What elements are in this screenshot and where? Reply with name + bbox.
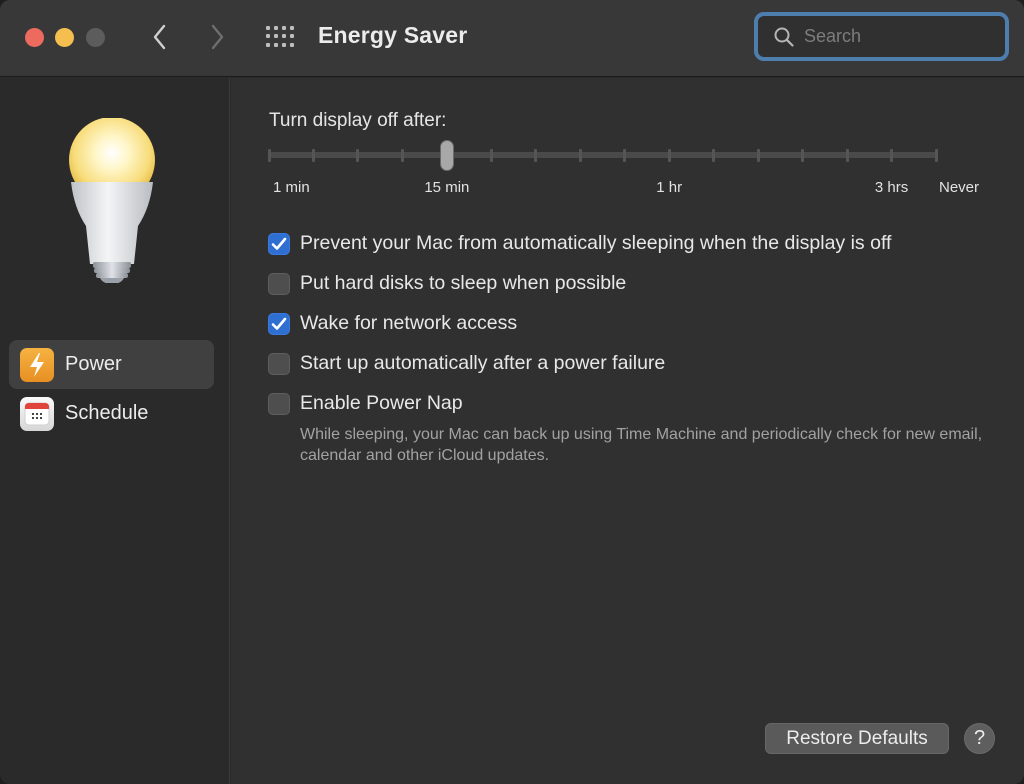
power-nap-description: While sleeping, your Mac can back up usi…	[300, 426, 983, 464]
slider-thumb[interactable]	[439, 140, 454, 171]
sidebar-item-schedule[interactable]: Schedule	[9, 389, 214, 438]
slider-tick	[801, 149, 805, 162]
option-label: Wake for network access	[300, 312, 518, 334]
slider-tick	[311, 149, 315, 162]
option-checkbox[interactable]	[268, 232, 290, 255]
slider-tick	[756, 149, 760, 162]
show-all-button[interactable]	[266, 26, 296, 48]
title-bar: Energy Saver	[0, 0, 1024, 77]
lightning-bolt-icon	[20, 347, 54, 382]
slider-tick-label: 3 hrs	[874, 179, 909, 196]
option-label: Start up automatically after a power fai…	[300, 352, 666, 374]
slider-tick	[890, 149, 894, 162]
chevron-left-icon	[153, 24, 166, 50]
display-off-slider-label: Turn display off after:	[269, 110, 447, 131]
slider-tick	[578, 149, 582, 162]
slider-tick	[712, 149, 716, 162]
slider-tick	[845, 149, 849, 162]
slider-tick-label: 1 min	[273, 179, 310, 196]
option-row[interactable]: Prevent your Mac from automatically slee…	[268, 232, 891, 255]
energy-saver-window: Energy Saver Search Power Schedule Turn …	[0, 0, 1024, 784]
slider-tick-label: Never	[939, 179, 980, 196]
sidebar: Power Schedule	[0, 78, 230, 784]
search-field[interactable]	[754, 12, 1009, 61]
slider-tick	[534, 149, 538, 162]
calendar-icon	[20, 396, 54, 431]
lightbulb-icon	[69, 118, 155, 283]
sidebar-item-label: Schedule	[65, 402, 149, 424]
help-icon: ?	[973, 727, 986, 749]
slider-tick	[623, 149, 627, 162]
slider-tick	[400, 149, 404, 162]
main-pane: Turn display off after: 1 min 15 min 1 hr 3…	[231, 78, 1024, 784]
option-row[interactable]: Start up automatically after a power fai…	[268, 352, 665, 375]
forward-button[interactable]	[205, 22, 229, 52]
minimize-window-button[interactable]	[55, 28, 74, 47]
grid-icon	[266, 26, 270, 30]
restore-defaults-button[interactable]: Restore Defaults	[765, 723, 949, 754]
option-row[interactable]: Enable Power Nap	[268, 392, 463, 415]
window-title: Energy Saver	[318, 22, 468, 48]
back-button[interactable]	[148, 22, 172, 52]
search-input[interactable]	[804, 26, 984, 47]
sidebar-item-label: Power	[65, 353, 122, 375]
help-button[interactable]: ?	[964, 723, 995, 754]
option-row[interactable]: Wake for network access	[268, 312, 517, 335]
slider-tick-label: 1 hr	[656, 179, 683, 196]
option-checkbox[interactable]	[268, 272, 290, 295]
option-checkbox[interactable]	[268, 392, 290, 415]
slider-tick	[667, 149, 671, 162]
search-icon	[774, 27, 794, 47]
slider-tick	[356, 149, 360, 162]
zoom-window-button[interactable]	[86, 28, 105, 47]
checkmark-icon	[271, 317, 287, 330]
option-label: Put hard disks to sleep when possible	[300, 272, 627, 294]
sidebar-item-power[interactable]: Power	[9, 340, 214, 389]
option-label: Enable Power Nap	[300, 392, 463, 414]
chevron-right-icon	[211, 24, 224, 50]
option-label: Prevent your Mac from automatically slee…	[300, 232, 892, 254]
option-checkbox[interactable]	[268, 352, 290, 375]
slider-tick	[934, 149, 938, 162]
close-window-button[interactable]	[25, 28, 44, 47]
slider-track[interactable]	[269, 152, 938, 158]
checkmark-icon	[271, 237, 287, 250]
slider-tick	[267, 149, 271, 162]
option-row[interactable]: Put hard disks to sleep when possible	[268, 272, 626, 295]
option-checkbox[interactable]	[268, 312, 290, 335]
slider-tick	[489, 149, 493, 162]
slider-tick-label: 15 min	[424, 179, 470, 196]
